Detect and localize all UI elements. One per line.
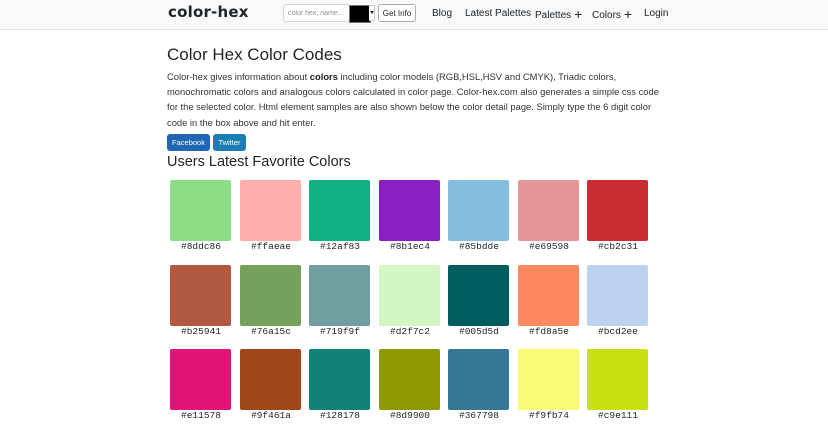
color-hex-label[interactable]: #d2f7c2	[375, 326, 445, 337]
nav-blog[interactable]: Blog	[432, 8, 452, 19]
intro-bold-colors: colors	[309, 71, 338, 82]
color-tile[interactable]	[379, 265, 440, 326]
color-tile[interactable]	[448, 265, 509, 326]
color-hex-label[interactable]: #719f9f	[305, 326, 375, 337]
color-tile[interactable]	[448, 349, 509, 410]
color-hex-label[interactable]: #12af83	[305, 241, 375, 252]
navbar: color-hex Get Info Blog Latest Palettes …	[0, 0, 828, 30]
color-hex-label[interactable]: #fd8a5e	[514, 326, 584, 337]
color-hex-label[interactable]: #c9e111	[583, 410, 653, 421]
color-tile[interactable]	[587, 180, 648, 241]
color-hex-label[interactable]: #76a15c	[236, 326, 306, 337]
twitter-share-button[interactable]: Twitter	[213, 134, 246, 151]
intro-paragraph: Color-hex gives information about colors…	[167, 69, 667, 130]
color-picker-dropdown-icon[interactable]	[369, 5, 375, 21]
color-tile[interactable]	[170, 265, 231, 326]
color-tile[interactable]	[379, 349, 440, 410]
color-hex-label[interactable]: #8ddc86	[166, 241, 236, 252]
color-tile[interactable]	[240, 265, 301, 326]
plus-icon: +	[623, 6, 633, 22]
color-hex-label[interactable]: #e11578	[166, 410, 236, 421]
nav-palettes[interactable]: Palettes +	[535, 6, 583, 22]
nav-login[interactable]: Login	[644, 8, 668, 19]
color-tile[interactable]	[518, 265, 579, 326]
color-tile[interactable]	[309, 180, 370, 241]
intro-text-start: Color-hex gives information about	[167, 71, 310, 82]
color-tile[interactable]	[448, 180, 509, 241]
facebook-share-button[interactable]: Facebook	[167, 134, 210, 151]
nav-colors[interactable]: Colors +	[592, 6, 633, 22]
page-title: Color Hex Color Codes	[167, 45, 342, 64]
favorites-heading: Users Latest Favorite Colors	[167, 154, 351, 170]
color-tile[interactable]	[518, 349, 579, 410]
color-hex-label[interactable]: #8b1ec4	[375, 241, 445, 252]
nav-palettes-label: Palettes	[535, 10, 572, 21]
color-picker-swatch[interactable]	[349, 5, 371, 23]
color-tile[interactable]	[170, 180, 231, 241]
color-hex-label[interactable]: #367798	[444, 410, 514, 421]
color-hex-label[interactable]: #005d5d	[444, 326, 514, 337]
color-hex-label[interactable]: #85bdde	[444, 241, 514, 252]
nav-colors-label: Colors	[592, 10, 621, 21]
color-hex-label[interactable]: #bcd2ee	[583, 326, 653, 337]
color-tile[interactable]	[309, 265, 370, 326]
color-tile[interactable]	[240, 349, 301, 410]
color-hex-label[interactable]: #ffaeae	[236, 241, 306, 252]
color-hex-label[interactable]: #9f461a	[236, 410, 306, 421]
color-tile[interactable]	[587, 265, 648, 326]
get-info-button[interactable]: Get Info	[378, 4, 416, 22]
color-hex-label[interactable]: #cb2c31	[583, 241, 653, 252]
color-search-input[interactable]	[283, 4, 350, 22]
color-tile[interactable]	[587, 349, 648, 410]
color-hex-label[interactable]: #128178	[305, 410, 375, 421]
color-tile[interactable]	[379, 180, 440, 241]
color-tile[interactable]	[518, 180, 579, 241]
nav-latest-palettes[interactable]: Latest Palettes	[465, 8, 531, 19]
plus-icon: +	[574, 6, 583, 22]
color-hex-label[interactable]: #e69598	[514, 241, 584, 252]
color-tile[interactable]	[170, 349, 231, 410]
color-hex-label[interactable]: #b25941	[166, 326, 236, 337]
color-tile[interactable]	[309, 349, 370, 410]
color-hex-label[interactable]: #f9fb74	[514, 410, 584, 421]
site-logo[interactable]: color-hex	[168, 3, 249, 21]
color-hex-label[interactable]: #8d9900	[375, 410, 445, 421]
color-tile[interactable]	[240, 180, 301, 241]
